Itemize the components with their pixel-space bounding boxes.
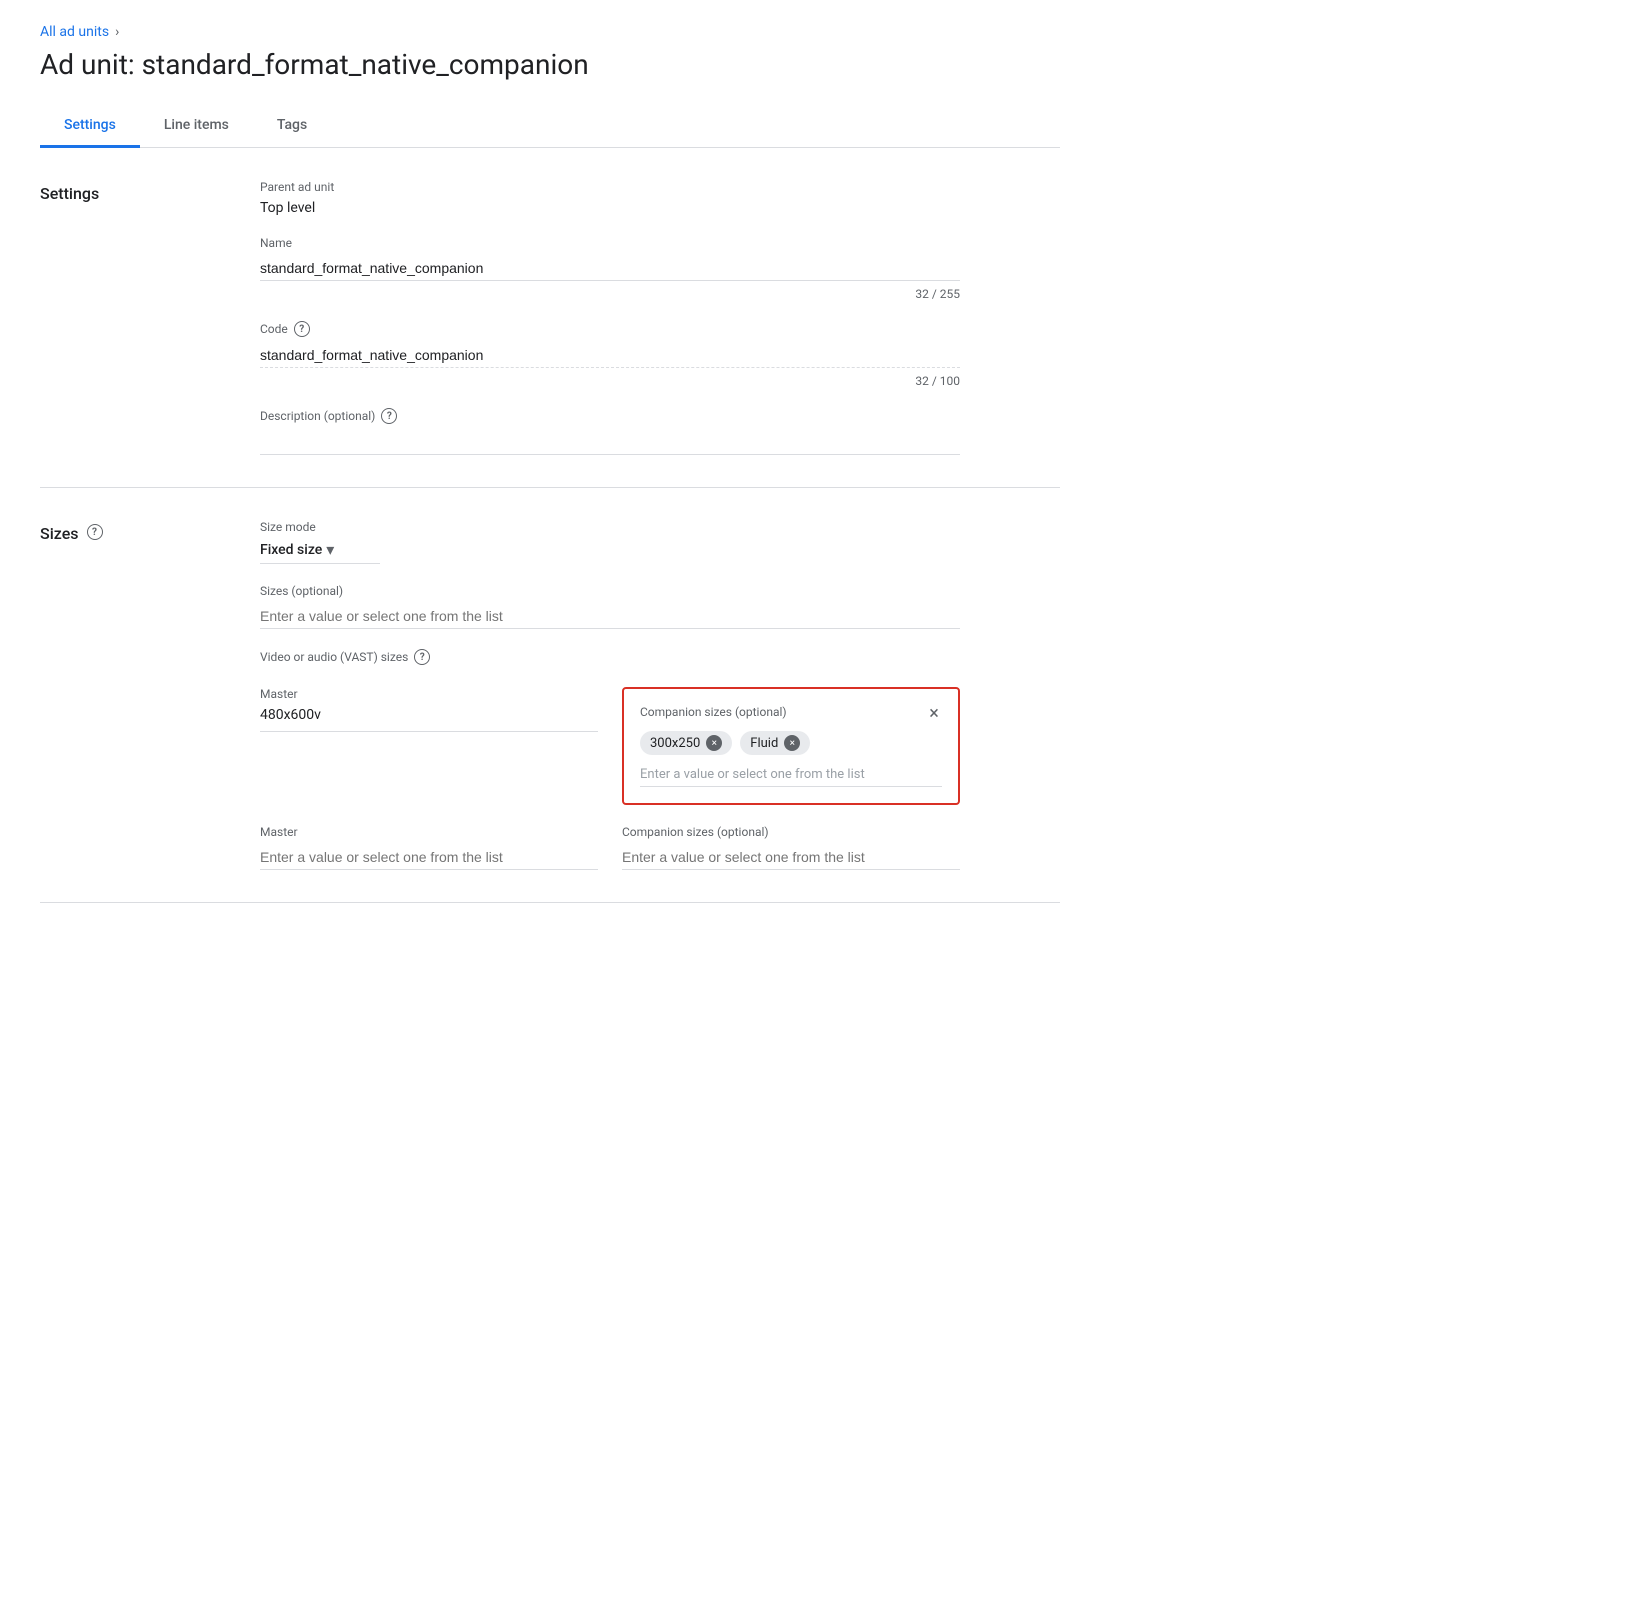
sizes-section: Sizes ? Size mode Fixed size ▾ Sizes (op…	[40, 488, 1060, 903]
companion-input-1[interactable]: Enter a value or select one from the lis…	[640, 767, 942, 787]
code-counter: 32 / 100	[260, 374, 960, 388]
sizes-optional-field: Sizes (optional)	[260, 584, 960, 629]
breadcrumb-chevron: ›	[115, 24, 119, 40]
master-label-2: Master	[260, 825, 598, 839]
size-mode-field: Size mode Fixed size ▾	[260, 520, 960, 564]
companion-popup: Companion sizes (optional) 300x250 × Flu…	[622, 687, 960, 805]
name-counter: 32 / 255	[260, 287, 960, 301]
parent-ad-unit-field: Parent ad unit Top level	[260, 180, 960, 216]
vast-sizes-label: Video or audio (VAST) sizes ?	[260, 649, 960, 665]
master-value-1: 480x600v	[260, 707, 598, 723]
description-input[interactable]	[260, 430, 960, 455]
size-mode-label: Size mode	[260, 520, 960, 534]
tag-chip-300x250: 300x250 ×	[640, 731, 732, 755]
master-field-2: Master	[260, 825, 598, 870]
code-label: Code ?	[260, 321, 960, 337]
page-container: All ad units › Ad unit: standard_format_…	[0, 0, 1100, 927]
sizes-help-icon[interactable]: ?	[87, 524, 103, 540]
tab-line-items[interactable]: Line items	[140, 105, 253, 148]
settings-section-label: Settings	[40, 180, 260, 455]
sizes-optional-input[interactable]	[260, 604, 960, 629]
breadcrumb-link[interactable]: All ad units	[40, 24, 109, 40]
code-input[interactable]	[260, 343, 960, 368]
popup-close-button[interactable]: ×	[920, 699, 948, 727]
parent-ad-unit-value: Top level	[260, 200, 960, 216]
tab-tags[interactable]: Tags	[253, 105, 331, 148]
sizes-section-label: Sizes ?	[40, 520, 260, 870]
tag-remove-fluid[interactable]: ×	[784, 735, 800, 751]
settings-section-content: Parent ad unit Top level Name 32 / 255 C…	[260, 180, 960, 455]
vast-help-icon[interactable]: ?	[414, 649, 430, 665]
name-label: Name	[260, 236, 960, 250]
code-field: Code ? 32 / 100	[260, 321, 960, 388]
name-input[interactable]	[260, 256, 960, 281]
breadcrumb: All ad units ›	[40, 24, 1060, 40]
size-mode-arrow: ▾	[326, 540, 334, 559]
vast-sizes-field: Video or audio (VAST) sizes ?	[260, 649, 960, 667]
sizes-section-content: Size mode Fixed size ▾ Sizes (optional) …	[260, 520, 960, 870]
master-input-2[interactable]	[260, 845, 598, 870]
tag-chip-fluid: Fluid ×	[740, 731, 810, 755]
page-title: Ad unit: standard_format_native_companio…	[40, 48, 1060, 81]
companion-popup-title: Companion sizes (optional)	[640, 705, 942, 719]
settings-section: Settings Parent ad unit Top level Name 3…	[40, 148, 1060, 488]
master-label-1: Master	[260, 687, 598, 701]
code-help-icon[interactable]: ?	[294, 321, 310, 337]
tab-settings[interactable]: Settings	[40, 105, 140, 148]
master-field-1: Master 480x600v	[260, 687, 598, 732]
companion-input-2[interactable]	[622, 845, 960, 870]
companion-tags-row: 300x250 × Fluid ×	[640, 731, 942, 755]
tag-label-300x250: 300x250	[650, 736, 700, 751]
tabs-container: Settings Line items Tags	[40, 105, 1060, 148]
sizes-optional-label: Sizes (optional)	[260, 584, 960, 598]
description-label: Description (optional) ?	[260, 408, 960, 424]
master-row-1: Master 480x600v Companion sizes (optiona…	[260, 687, 960, 805]
parent-ad-unit-label: Parent ad unit	[260, 180, 960, 194]
master-row-2: Master Companion sizes (optional)	[260, 825, 960, 870]
size-mode-row: Fixed size ▾	[260, 540, 960, 564]
tag-remove-300x250[interactable]: ×	[706, 735, 722, 751]
name-field: Name 32 / 255	[260, 236, 960, 301]
size-mode-value: Fixed size	[260, 542, 322, 558]
size-mode-dropdown[interactable]: Fixed size ▾	[260, 540, 380, 564]
description-field: Description (optional) ?	[260, 408, 960, 455]
companion-label-2: Companion sizes (optional)	[622, 825, 960, 839]
companion-field-2: Companion sizes (optional)	[622, 825, 960, 870]
description-help-icon[interactable]: ?	[381, 408, 397, 424]
tag-label-fluid: Fluid	[750, 736, 778, 751]
